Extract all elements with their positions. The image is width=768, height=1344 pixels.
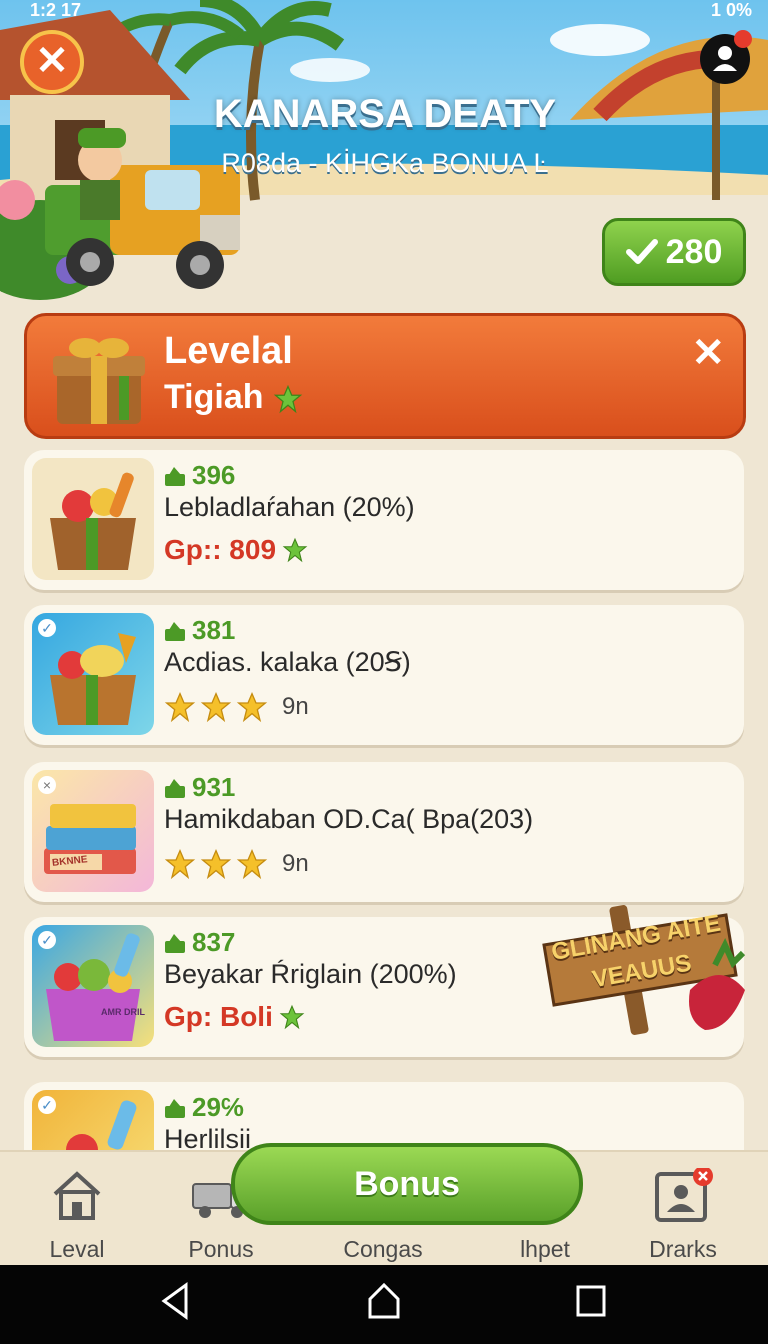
item-thumbnail: ✓ xyxy=(32,613,154,735)
price-value: Gp: Boli xyxy=(164,1001,273,1032)
star-icon xyxy=(236,848,268,880)
count-value: 381 xyxy=(192,615,236,645)
star-icon xyxy=(200,848,232,880)
level-banner[interactable]: Levelal Tigiah ✕ xyxy=(24,313,746,439)
bonus-button[interactable]: Bonus xyxy=(231,1143,583,1225)
star-icon xyxy=(236,691,268,723)
recents-button[interactable] xyxy=(574,1281,608,1326)
price-value: Gp:: 809 xyxy=(164,534,277,565)
page-title: KANARSA DEATY xyxy=(213,92,557,136)
item-count: 931 xyxy=(164,772,235,803)
count-value: 837 xyxy=(192,927,236,957)
coin-value: 280 xyxy=(665,232,723,271)
close-icon: × xyxy=(38,776,56,794)
item-name: Lebladlaŕahan (20%) xyxy=(164,492,415,522)
status-battery: 1 0% xyxy=(710,0,752,20)
item-rating: 9n xyxy=(164,848,309,880)
star-icon xyxy=(164,848,196,880)
count-value: 29℅ xyxy=(192,1092,244,1122)
item-count: 396 xyxy=(164,460,235,491)
star-icon xyxy=(164,691,196,723)
item-name: Hamikdaban OD.Ca( Bpa(203) xyxy=(164,804,534,834)
star-icon xyxy=(273,384,303,414)
count-value: 931 xyxy=(192,772,236,802)
nav-label: Drarks xyxy=(649,1236,717,1262)
nav-item-leval[interactable]: Leval xyxy=(22,1168,132,1262)
nav-item-drarks[interactable]: Drarks xyxy=(628,1168,738,1262)
coin-badge[interactable]: 280 xyxy=(602,218,746,286)
nav-label: Congas xyxy=(343,1236,423,1262)
nav-label: Leval xyxy=(49,1236,105,1262)
count-icon xyxy=(165,1098,185,1118)
close-button[interactable]: ✕ xyxy=(20,30,84,94)
profile-button[interactable] xyxy=(700,30,752,84)
system-nav-bar xyxy=(0,1265,768,1344)
item-count: 381 xyxy=(164,615,235,646)
item-count: 837 xyxy=(164,927,235,958)
item-name: Acdias. kalaka (20Ꞩ) xyxy=(164,647,411,677)
level-subtitle: Tigiah xyxy=(164,378,303,417)
status-bar: 1:2 17 1 0% xyxy=(0,0,768,22)
promo-signpost[interactable]: GLINANG AITE VEAUUS xyxy=(540,905,750,1040)
item-price: Gp: Boli xyxy=(164,1001,305,1033)
home-button[interactable] xyxy=(366,1281,402,1326)
item-price: Gp:: 809 xyxy=(164,534,308,566)
star-icon xyxy=(282,537,308,563)
status-time: 1:2 17 xyxy=(30,0,82,20)
level-title: Levelal xyxy=(164,330,293,372)
banner-close-button[interactable]: ✕ xyxy=(691,330,725,376)
count-icon xyxy=(165,466,185,486)
rating-label: 9n xyxy=(282,850,309,877)
item-count: 29℅ xyxy=(164,1092,244,1123)
home-icon xyxy=(368,1282,400,1319)
count-icon xyxy=(165,933,185,953)
item-thumbnail xyxy=(32,458,154,580)
rating-label: 9n xyxy=(282,693,309,720)
count-value: 396 xyxy=(192,460,236,490)
count-icon xyxy=(165,778,185,798)
nav-label: Ponus xyxy=(188,1236,254,1262)
profile-card-icon xyxy=(655,1168,713,1222)
item-name: Beyakar Ŕriglain (200%) xyxy=(164,959,457,989)
count-icon xyxy=(165,621,185,641)
check-icon: ✓ xyxy=(38,931,56,949)
checkmark-icon xyxy=(625,239,658,264)
thumb-label: AMR DRIL xyxy=(101,1007,145,1017)
page-subtitle: R08da - KİHGKa BONUA Ŀ xyxy=(221,148,549,178)
level-subtitle-text: Tigiah xyxy=(164,378,264,416)
nav-label: lhpet xyxy=(520,1236,570,1262)
recents-icon xyxy=(576,1285,606,1317)
list-item[interactable]: × BKNNE 931 Hamikdaban OD.Ca( Bpa(203) 9… xyxy=(24,762,744,902)
gift-icon xyxy=(53,338,145,424)
check-icon: ✓ xyxy=(38,1096,56,1114)
star-icon xyxy=(200,691,232,723)
item-thumbnail: ✓ AMR DRIL xyxy=(32,925,154,1047)
home-icon xyxy=(53,1171,101,1220)
back-icon xyxy=(161,1282,188,1320)
check-icon: ✓ xyxy=(38,619,56,637)
list-item[interactable]: 396 Lebladlaŕahan (20%) Gp:: 809 xyxy=(24,450,744,590)
item-thumbnail: × BKNNE xyxy=(32,770,154,892)
item-rating: 9n xyxy=(164,691,309,723)
fruit-basket-icon xyxy=(50,472,136,570)
notification-dot xyxy=(734,30,752,48)
list-item[interactable]: ✓ 381 Acdias. kalaka (20Ꞩ) 9n xyxy=(24,605,744,745)
back-button[interactable] xyxy=(158,1281,192,1326)
star-icon xyxy=(279,1004,305,1030)
